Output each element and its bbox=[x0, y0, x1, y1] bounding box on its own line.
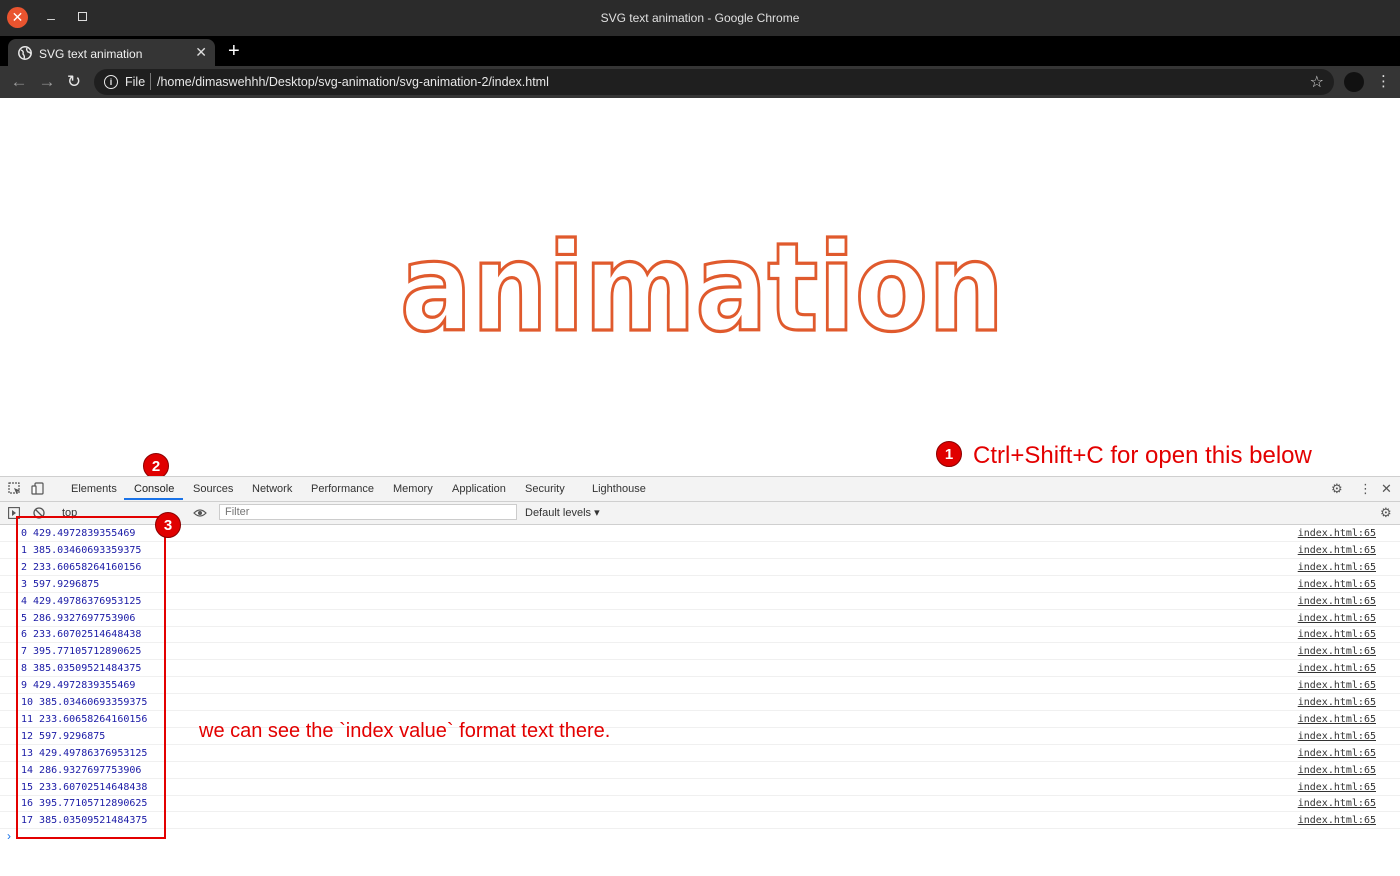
devtools-close-icon[interactable]: ✕ bbox=[1381, 481, 1392, 497]
console-output: 0 429.4972839355469 index.html:65 1 385.03… bbox=[0, 525, 1400, 876]
log-source-link[interactable]: index.html:65 bbox=[1298, 579, 1376, 590]
animated-text-svg: animation bbox=[398, 215, 1005, 360]
page-viewport: animation bbox=[0, 98, 1400, 476]
address-bar[interactable]: i File /home/dimaswehhh/Desktop/svg-anim… bbox=[94, 69, 1334, 95]
animation-word: animation bbox=[400, 217, 1004, 359]
forward-icon[interactable]: → bbox=[36, 71, 58, 93]
console-log-row: 5 286.9327697753906 index.html:65 bbox=[0, 610, 1400, 627]
active-tab-indicator bbox=[124, 498, 183, 500]
tab-network[interactable]: Network bbox=[252, 483, 292, 495]
console-log-row: 17 385.03509521484375 index.html:65 bbox=[0, 812, 1400, 830]
console-log-row: 15 233.60702514648438 index.html:65 bbox=[0, 779, 1400, 796]
console-log-row: 6 233.60702514648438 index.html:65 bbox=[0, 626, 1400, 644]
log-source-link[interactable]: index.html:65 bbox=[1298, 596, 1376, 607]
console-filter-bar: top Default levels ▾ ⚙ bbox=[0, 502, 1400, 525]
console-log-row: 16 395.77105712890625 index.html:65 bbox=[0, 795, 1400, 813]
console-log-row: 14 286.9327697753906 index.html:65 bbox=[0, 762, 1400, 779]
devtools-more-icon[interactable]: ⋮ bbox=[1359, 481, 1372, 497]
chrome-menu-icon[interactable]: ⋮ bbox=[1376, 72, 1391, 92]
devtools-panel: Elements Console Sources Network Perform… bbox=[0, 476, 1400, 876]
console-log-row: 0 429.4972839355469 index.html:65 bbox=[0, 525, 1400, 542]
live-expression-eye-icon[interactable] bbox=[193, 507, 207, 519]
log-source-link[interactable]: index.html:65 bbox=[1298, 545, 1376, 556]
console-log-row: 10 385.03460693359375 index.html:65 bbox=[0, 694, 1400, 711]
tab-security[interactable]: Security bbox=[525, 483, 565, 495]
log-source-link[interactable]: index.html:65 bbox=[1298, 765, 1376, 776]
tab-performance[interactable]: Performance bbox=[311, 483, 374, 495]
log-source-link[interactable]: index.html:65 bbox=[1298, 680, 1376, 691]
log-source-link[interactable]: index.html:65 bbox=[1298, 562, 1376, 573]
device-toolbar-icon[interactable] bbox=[31, 482, 44, 495]
log-source-link[interactable]: index.html:65 bbox=[1298, 798, 1376, 809]
new-tab-button[interactable]: + bbox=[228, 39, 240, 63]
console-log-row: 7 395.77105712890625 index.html:65 bbox=[0, 643, 1400, 661]
log-source-link[interactable]: index.html:65 bbox=[1298, 629, 1376, 640]
console-log-row: 1 385.03460693359375 index.html:65 bbox=[0, 542, 1400, 559]
profile-avatar[interactable] bbox=[1344, 72, 1364, 92]
console-log-row: 2 233.60658264160156 index.html:65 bbox=[0, 559, 1400, 576]
tab-title: SVG text animation bbox=[39, 47, 143, 61]
console-log-row: 4 429.49786376953125 index.html:65 bbox=[0, 593, 1400, 610]
globe-icon bbox=[18, 46, 32, 60]
inspect-element-icon[interactable] bbox=[8, 482, 21, 495]
log-source-link[interactable]: index.html:65 bbox=[1298, 782, 1376, 793]
console-settings-icon[interactable]: ⚙ bbox=[1380, 505, 1392, 521]
back-icon[interactable]: ← bbox=[8, 71, 30, 93]
annotation-log-box bbox=[16, 516, 166, 839]
devtools-settings-icon[interactable]: ⚙ bbox=[1331, 481, 1343, 497]
console-log-row: 13 429.49786376953125 index.html:65 bbox=[0, 745, 1400, 762]
info-icon[interactable]: i bbox=[104, 75, 118, 89]
tab-console[interactable]: Console bbox=[134, 483, 174, 495]
log-source-link[interactable]: index.html:65 bbox=[1298, 613, 1376, 624]
log-source-link[interactable]: index.html:65 bbox=[1298, 663, 1376, 674]
browser-tab[interactable]: SVG text animation ✕ bbox=[8, 39, 215, 66]
annotation-shortcut-note: Ctrl+Shift+C for open this below bbox=[973, 442, 1312, 469]
log-source-link[interactable]: index.html:65 bbox=[1298, 714, 1376, 725]
console-filter-input[interactable] bbox=[219, 504, 517, 520]
tab-elements[interactable]: Elements bbox=[71, 483, 117, 495]
console-log-row: 8 385.03509521484375 index.html:65 bbox=[0, 660, 1400, 678]
tab-application[interactable]: Application bbox=[452, 483, 506, 495]
bookmark-star-icon[interactable]: ☆ bbox=[1310, 72, 1324, 92]
console-log-row: 9 429.4972839355469 index.html:65 bbox=[0, 677, 1400, 695]
log-source-link[interactable]: index.html:65 bbox=[1298, 748, 1376, 759]
log-source-link[interactable]: index.html:65 bbox=[1298, 528, 1376, 539]
annotation-log-note: we can see the `index value` format text… bbox=[199, 720, 611, 742]
console-prompt-icon[interactable]: › bbox=[7, 829, 11, 843]
reload-icon[interactable]: ↻ bbox=[63, 71, 85, 93]
tab-sources[interactable]: Sources bbox=[193, 483, 233, 495]
log-levels-dropdown[interactable]: Default levels ▾ bbox=[525, 506, 600, 519]
window-titlebar: ✕ – SVG text animation - Google Chrome bbox=[0, 0, 1400, 36]
browser-toolbar: ← → ↻ i File /home/dimaswehhh/Desktop/sv… bbox=[0, 66, 1400, 98]
annotation-badge-1: 1 bbox=[936, 441, 962, 467]
log-source-link[interactable]: index.html:65 bbox=[1298, 697, 1376, 708]
tab-lighthouse[interactable]: Lighthouse bbox=[592, 483, 646, 495]
url-scheme: File bbox=[125, 75, 146, 89]
url-separator bbox=[150, 73, 151, 90]
devtools-tab-bar: Elements Console Sources Network Perform… bbox=[0, 477, 1400, 502]
console-log-row: 3 597.9296875 index.html:65 bbox=[0, 576, 1400, 593]
tab-close-icon[interactable]: ✕ bbox=[195, 44, 207, 61]
tab-memory[interactable]: Memory bbox=[393, 483, 433, 495]
tab-strip: SVG text animation ✕ + bbox=[0, 36, 1400, 66]
log-source-link[interactable]: index.html:65 bbox=[1298, 731, 1376, 742]
url-text[interactable]: /home/dimaswehhh/Desktop/svg-animation/s… bbox=[157, 75, 549, 89]
log-source-link[interactable]: index.html:65 bbox=[1298, 646, 1376, 657]
annotation-badge-3: 3 bbox=[155, 512, 181, 538]
window-title: SVG text animation - Google Chrome bbox=[600, 11, 800, 25]
log-source-link[interactable]: index.html:65 bbox=[1298, 815, 1376, 826]
